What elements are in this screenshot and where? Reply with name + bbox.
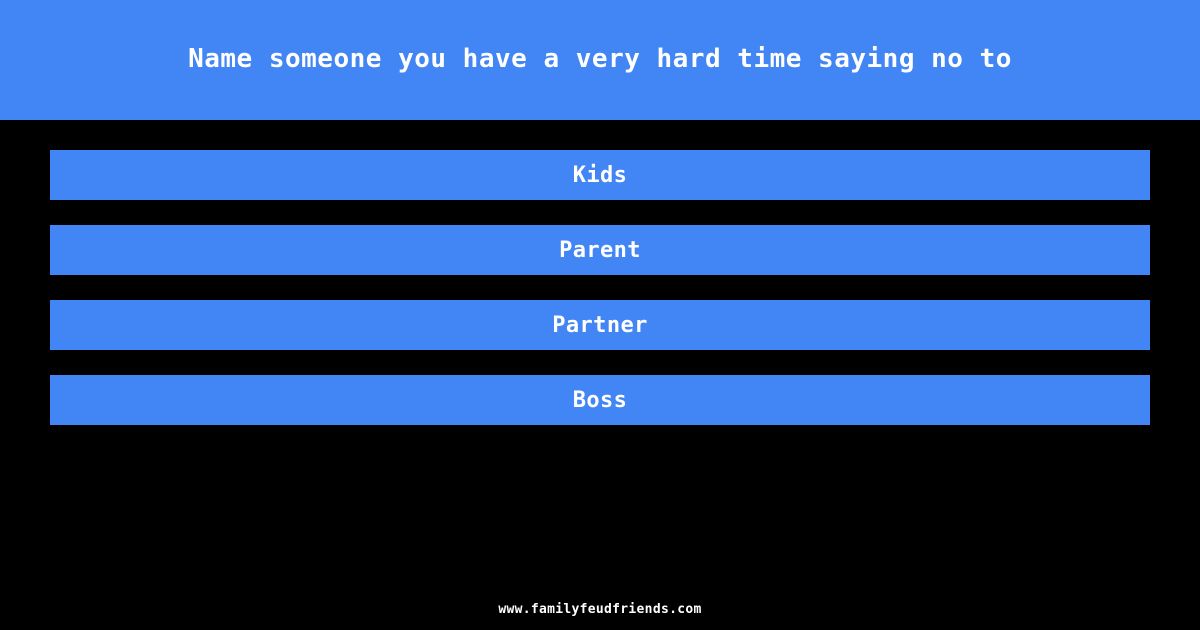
answer-list: Kids Parent Partner Boss — [50, 150, 1150, 425]
site-url[interactable]: www.familyfeudfriends.com — [498, 602, 701, 617]
question-banner: Name someone you have a very hard time s… — [0, 0, 1200, 120]
answer-row[interactable]: Kids — [50, 150, 1150, 200]
answer-row[interactable]: Parent — [50, 225, 1150, 275]
answer-label: Partner — [552, 312, 648, 338]
answer-label: Kids — [572, 162, 628, 188]
answer-row[interactable]: Boss — [50, 375, 1150, 425]
answer-label: Boss — [572, 387, 628, 413]
family-feud-question-card: Name someone you have a very hard time s… — [0, 0, 1200, 630]
answer-row[interactable]: Partner — [50, 300, 1150, 350]
question-text: Name someone you have a very hard time s… — [188, 44, 1012, 75]
answer-label: Parent — [559, 237, 641, 263]
footer: www.familyfeudfriends.com — [0, 598, 1200, 617]
